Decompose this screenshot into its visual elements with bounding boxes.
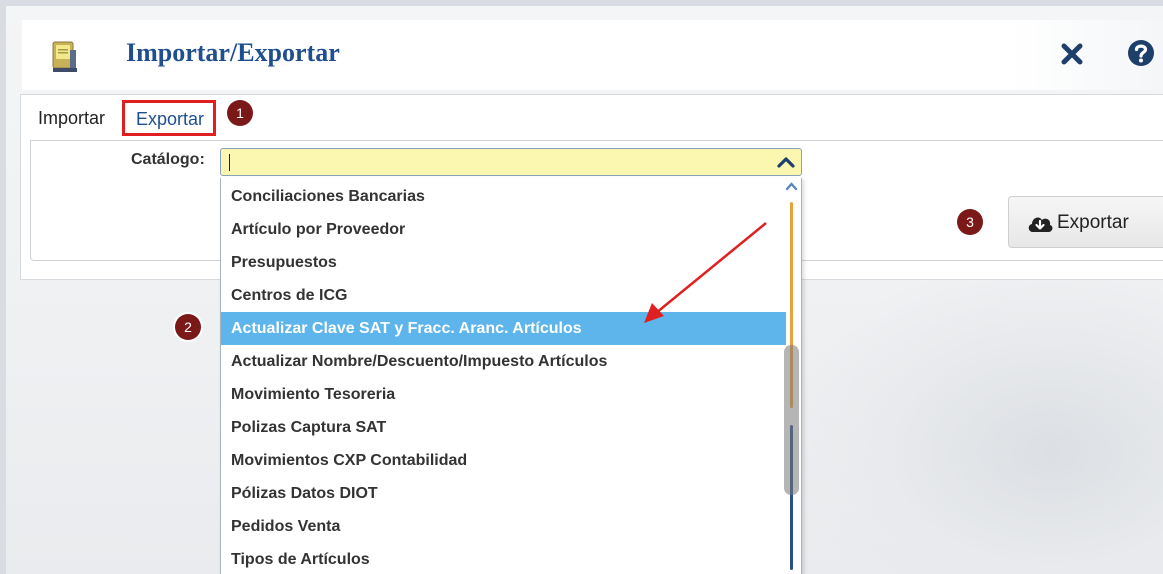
export-button-label: Exportar <box>1057 212 1129 233</box>
list-item[interactable]: Movimientos CXP Contabilidad <box>221 444 786 477</box>
list-item[interactable]: Conciliaciones Bancarias <box>221 180 786 213</box>
tab-exportar[interactable]: Exportar <box>122 100 216 136</box>
window-top-border <box>0 0 1163 6</box>
tabs-divider <box>30 140 1163 141</box>
close-icon[interactable] <box>1060 38 1084 68</box>
help-icon[interactable] <box>1126 38 1156 68</box>
window-title: Importar/Exportar <box>126 38 340 67</box>
list-item[interactable]: Tipos de Artículos <box>221 543 786 574</box>
document-box-icon <box>52 41 77 72</box>
catalog-combobox[interactable] <box>220 148 802 176</box>
list-item[interactable]: Pólizas Datos DIOT <box>221 477 786 510</box>
scroll-up-icon[interactable] <box>785 180 798 192</box>
chevron-up-icon[interactable] <box>775 151 797 173</box>
list-item[interactable]: Pedidos Venta <box>221 510 786 543</box>
step-badge-2: 2 <box>175 314 201 340</box>
step-badge-3: 3 <box>957 209 983 235</box>
list-item[interactable]: Movimiento Tesoreria <box>221 378 786 411</box>
window-left-border <box>0 0 6 574</box>
cloud-download-icon <box>1028 217 1053 232</box>
background-map-watermark <box>790 270 1163 574</box>
red-arrow-annotation <box>644 222 767 323</box>
catalog-label: Catálogo: <box>131 151 205 168</box>
text-caret <box>229 154 230 171</box>
list-item[interactable]: Polizas Captura SAT <box>221 411 786 444</box>
export-button[interactable]: Exportar <box>1008 196 1163 248</box>
scrollbar-thumb[interactable] <box>784 345 799 495</box>
tab-importar[interactable]: Importar <box>38 108 105 129</box>
list-item[interactable]: Actualizar Nombre/Descuento/Impuesto Art… <box>221 345 786 378</box>
step-badge-1: 1 <box>227 100 253 126</box>
